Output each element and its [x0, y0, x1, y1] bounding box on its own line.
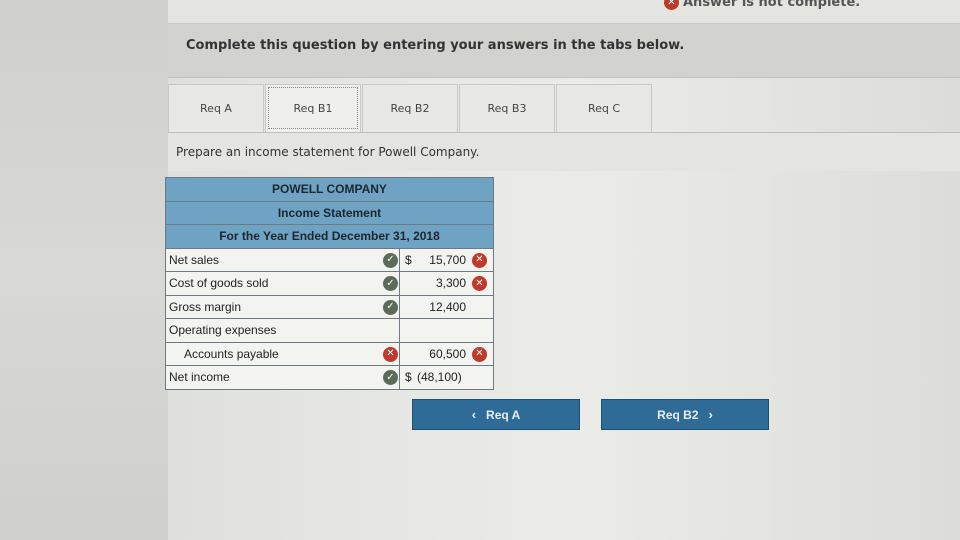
next-req-label: Req B2 — [657, 407, 699, 422]
question-prompt: Prepare an income statement for Powell C… — [176, 145, 480, 159]
check-circle-icon: ✓ — [383, 299, 398, 315]
table-row: Net sales ✓ $ 15,700 ✕ — [165, 247, 494, 272]
statement-title: Income Statement — [165, 200, 494, 225]
req-tabs: Req A Req B1 Req B2 Req B3 Req C — [168, 84, 653, 132]
statement-period: For the Year Ended December 31, 2018 — [165, 224, 494, 249]
amount-value: 3,300 — [435, 276, 466, 291]
table-row: Gross margin ✓ 12,400 — [165, 294, 494, 319]
dollar-sign: $ — [405, 370, 412, 385]
page-margin — [0, 0, 168, 540]
row-amount-cell[interactable]: ✓ 12,400 — [383, 294, 494, 319]
table-row: Cost of goods sold ✓ 3,300 ✕ — [165, 271, 494, 296]
tab-req-b1[interactable]: Req B1 — [265, 84, 361, 132]
table-row: Net income ✓ $ (48,100) — [165, 365, 494, 390]
instruction-bar: Complete this question by entering your … — [168, 24, 960, 78]
row-amount-cell[interactable]: ✓ $ 15,700 ✕ — [383, 247, 494, 272]
tab-req-b2[interactable]: Req B2 — [362, 84, 458, 132]
row-label-input[interactable]: Net sales — [165, 247, 400, 272]
row-label-input[interactable]: Gross margin — [165, 294, 400, 319]
check-circle-icon: ✓ — [383, 276, 398, 291]
amount-value: 12,400 — [429, 299, 466, 314]
dollar-sign: $ — [405, 252, 412, 267]
answer-status-text: Answer is not complete. — [683, 0, 861, 10]
check-circle-icon: ✓ — [383, 370, 398, 385]
table-row: Accounts payable ✕ 60,500 ✕ — [165, 341, 494, 366]
row-amount-cell[interactable] — [399, 318, 494, 343]
top-bar: ✕ Answer is not complete. — [168, 0, 960, 24]
table-row: Operating expenses — [165, 318, 494, 343]
income-statement-table: POWELL COMPANY Income Statement For the … — [165, 177, 494, 390]
tab-req-b3[interactable]: Req B3 — [459, 84, 555, 132]
next-req-button[interactable]: Req B2 › — [601, 399, 769, 430]
row-label-input[interactable]: Accounts payable — [165, 341, 400, 366]
company-name: POWELL COMPANY — [165, 177, 494, 202]
prev-req-label: Req A — [486, 407, 521, 422]
chevron-left-icon: ‹ — [471, 407, 477, 422]
row-label-input[interactable]: Cost of goods sold — [165, 271, 400, 296]
tab-req-c[interactable]: Req C — [556, 84, 652, 132]
x-circle-icon: ✕ — [383, 346, 398, 362]
check-circle-icon: ✓ — [383, 252, 398, 268]
amount-value: 60,500 — [429, 346, 466, 361]
x-circle-icon: ✕ — [664, 0, 679, 10]
row-amount-cell[interactable]: ✓ $ (48,100) — [383, 365, 494, 390]
row-amount-cell[interactable]: ✓ 3,300 ✕ — [383, 271, 494, 296]
amount-value: 15,700 — [429, 252, 466, 267]
answer-status: ✕ Answer is not complete. — [664, 0, 860, 10]
x-circle-icon: ✕ — [472, 346, 487, 362]
instruction-text: Complete this question by entering your … — [186, 38, 685, 53]
row-label-input[interactable]: Operating expenses — [165, 318, 400, 343]
chevron-right-icon: › — [708, 407, 713, 422]
row-amount-cell[interactable]: ✕ 60,500 ✕ — [383, 341, 494, 366]
prev-req-button[interactable]: ‹ Req A — [412, 399, 580, 430]
x-circle-icon: ✕ — [472, 276, 487, 291]
x-circle-icon: ✕ — [472, 252, 487, 268]
row-label-input[interactable]: Net income — [165, 365, 400, 390]
amount-value: (48,100) — [417, 370, 462, 385]
tab-req-a[interactable]: Req A — [168, 84, 264, 132]
